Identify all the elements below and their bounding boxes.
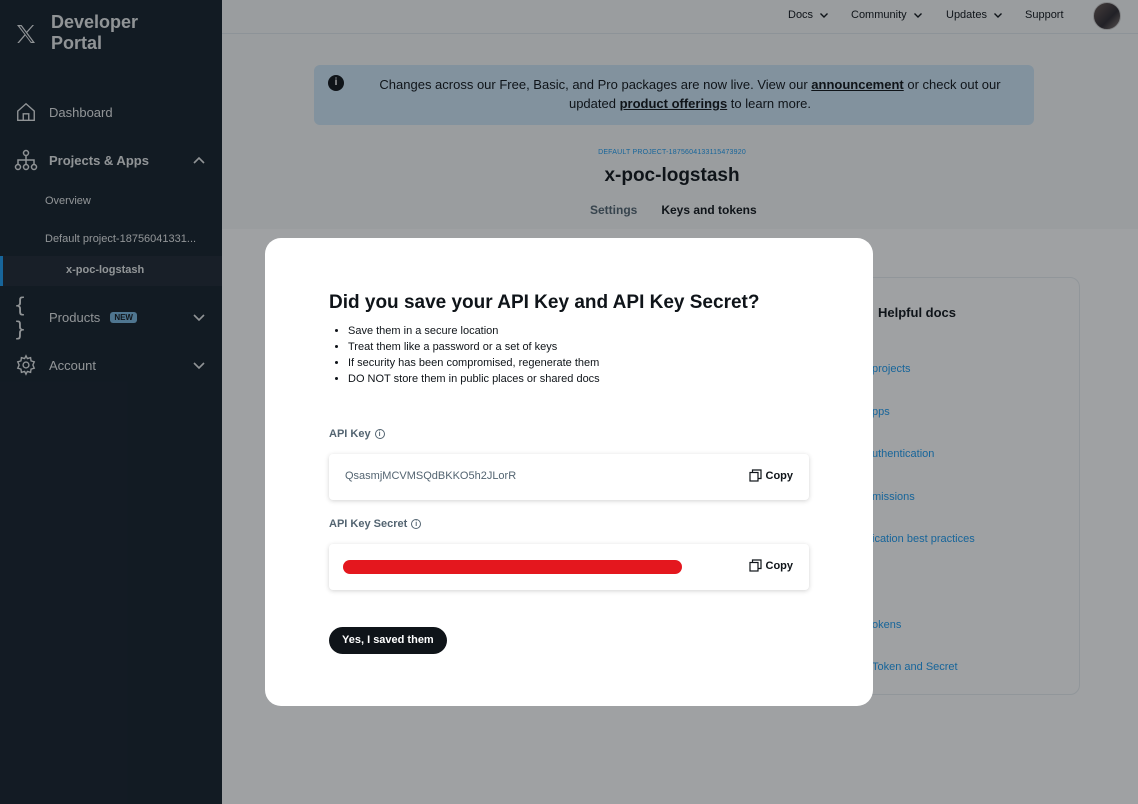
copy-label: Copy (765, 469, 794, 482)
api-key-field: QsasmjMCVMSQdBKKO5h2JLorR Copy (329, 454, 809, 500)
bullet-item: Save them in a secure location (348, 323, 600, 339)
confirm-saved-button[interactable]: Yes, I saved them (329, 627, 447, 654)
api-secret-field: Copy (329, 544, 809, 590)
api-secret-label-text: API Key Secret (329, 518, 408, 530)
redacted-secret (343, 560, 682, 574)
bullet-item: DO NOT store them in public places or sh… (348, 371, 600, 387)
api-key-label: API Key i (329, 428, 385, 440)
copy-icon (748, 559, 762, 572)
api-key-label-text: API Key (329, 428, 371, 440)
api-key-value[interactable]: QsasmjMCVMSQdBKKO5h2JLorR (345, 470, 516, 482)
info-icon[interactable]: i (411, 519, 422, 529)
dialog-title: Did you save your API Key and API Key Se… (329, 292, 760, 313)
copy-icon (748, 469, 762, 482)
api-secret-label: API Key Secret i (329, 518, 422, 530)
bullet-item: If security has been compromised, regene… (348, 355, 600, 371)
save-keys-dialog: Did you save your API Key and API Key Se… (265, 238, 873, 706)
info-icon[interactable]: i (374, 429, 385, 439)
bullet-item: Treat them like a password or a set of k… (348, 339, 600, 355)
copy-api-key-button[interactable]: Copy (748, 469, 794, 482)
copy-label: Copy (765, 559, 794, 572)
copy-api-secret-button[interactable]: Copy (748, 559, 794, 572)
dialog-bullets: Save them in a secure location Treat the… (348, 323, 600, 387)
